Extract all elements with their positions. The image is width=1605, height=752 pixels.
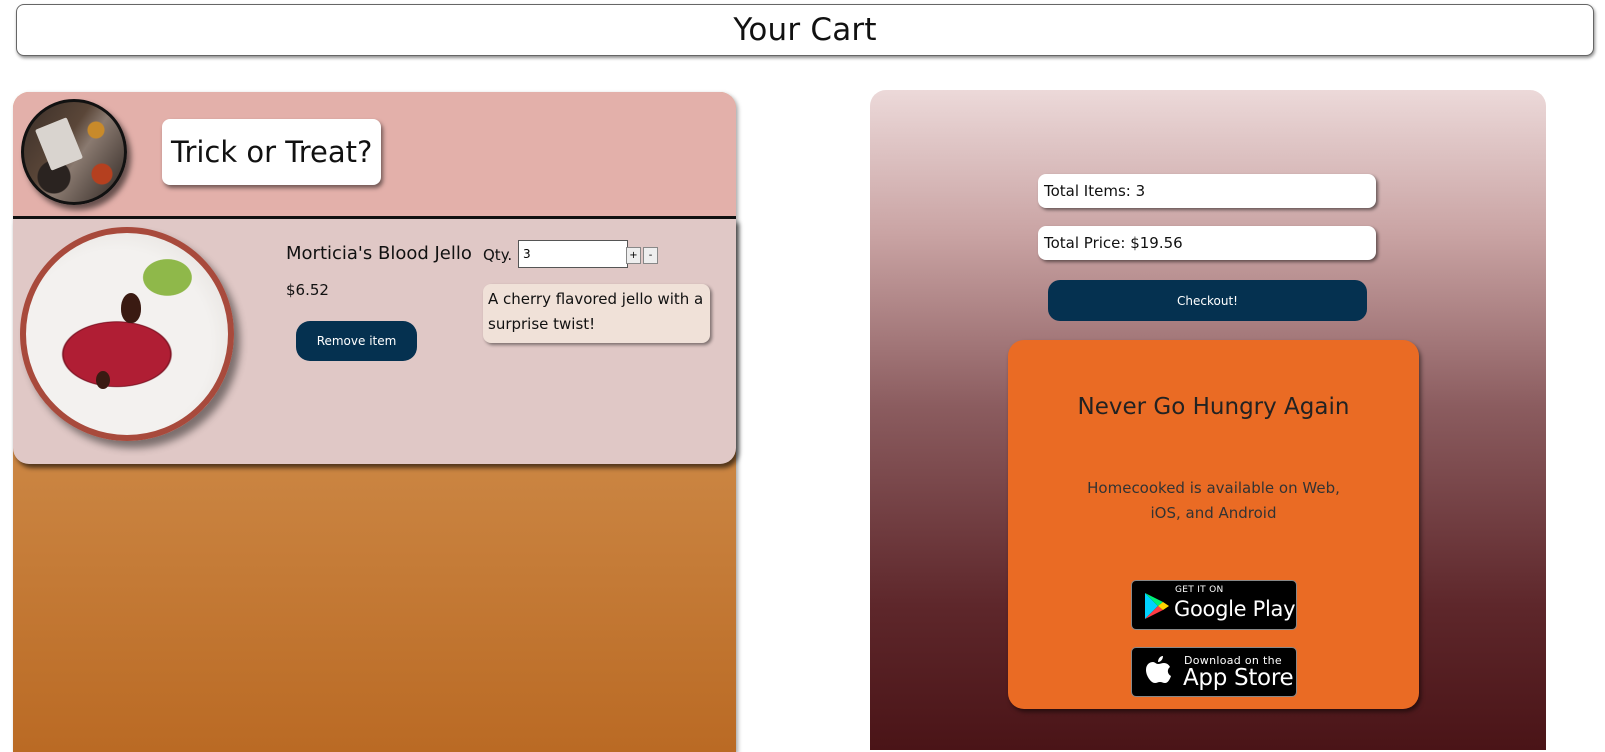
cart-item: Morticia's Blood Jello $6.52 Remove item… [13,219,736,464]
restaurant-header: Trick or Treat? [13,92,736,219]
promo-text: Homecooked is available on Web, iOS, and… [1087,479,1340,522]
quantity-label: Qty. [483,246,513,264]
total-price: Total Price: $19.56 [1038,226,1376,260]
app-store-big-text: App Store [1183,665,1294,691]
google-play-big-text: Google Play [1174,597,1296,621]
total-items-text: Total Items: 3 [1044,182,1146,200]
app-promo-card: Never Go Hungry Again Homecooked is avai… [1008,340,1419,709]
checkout-button[interactable]: Checkout! [1048,280,1367,321]
item-name: Morticia's Blood Jello [286,243,472,264]
remove-item-button[interactable]: Remove item [296,321,417,361]
apple-icon [1146,656,1171,683]
promo-title: Never Go Hungry Again [1077,394,1350,420]
item-image-detail [121,293,141,323]
app-store-badge[interactable]: Download on the App Store [1131,647,1297,697]
page-title-text: Your Cart [733,12,877,48]
quantity-decrement-button[interactable]: - [643,247,658,264]
item-description: A cherry flavored jello with a surprise … [483,284,710,343]
total-price-text: Total Price: $19.56 [1044,234,1183,252]
item-image [20,227,234,441]
restaurant-name: Trick or Treat? [162,119,382,185]
page-title: Your Cart [16,4,1594,56]
quantity-increment-button[interactable]: + [626,247,641,264]
item-image-detail [96,371,110,389]
quantity-input[interactable] [518,240,628,268]
google-play-small-text: GET IT ON [1175,585,1224,595]
google-play-badge[interactable]: GET IT ON Google Play [1131,580,1297,630]
item-price: $6.52 [286,281,329,299]
restaurant-logo [21,99,127,205]
google-play-icon [1145,593,1169,619]
logo-card-graphic [34,117,84,171]
restaurant-name-text: Trick or Treat? [171,135,373,169]
total-items: Total Items: 3 [1038,174,1376,208]
